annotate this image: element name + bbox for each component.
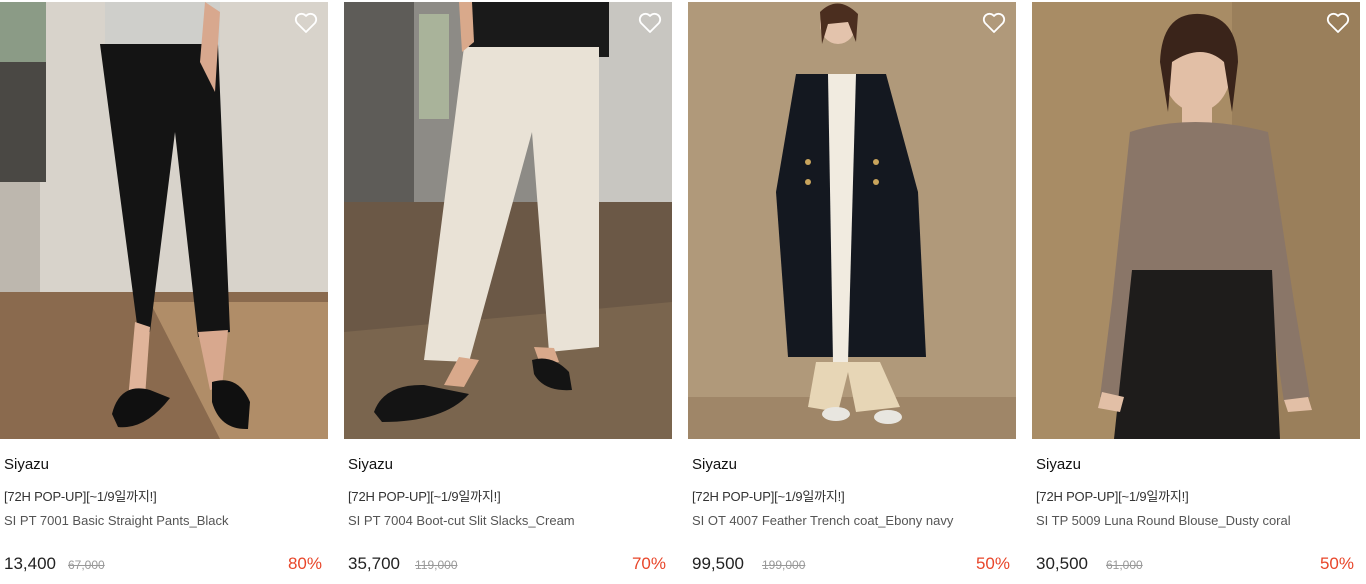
product-image[interactable] (0, 2, 328, 439)
product-card[interactable]: Siyazu [72H POP-UP][~1/9일까지!] SI OT 4007… (688, 0, 1016, 584)
discount-rate: 50% (1319, 554, 1354, 573)
original-price: 67,000 (68, 558, 105, 572)
discount-rate: 50% (975, 554, 1010, 573)
brand-name[interactable]: Siyazu (1036, 456, 1081, 473)
sale-price: 30,500 (1036, 554, 1088, 573)
sale-price: 13,400 (4, 554, 56, 573)
wishlist-heart-icon[interactable] (982, 12, 1006, 34)
brand-name[interactable]: Siyazu (692, 456, 737, 473)
brand-name[interactable]: Siyazu (4, 456, 49, 473)
wishlist-heart-icon[interactable] (1326, 12, 1350, 34)
product-card[interactable]: Siyazu [72H POP-UP][~1/9일까지!] SI PT 7001… (0, 0, 328, 584)
product-name[interactable]: SI OT 4007 Feather Trench coat_Ebony nav… (692, 513, 953, 528)
brand-name[interactable]: Siyazu (348, 456, 393, 473)
product-image[interactable] (344, 2, 672, 439)
sale-price: 35,700 (348, 554, 400, 573)
wishlist-heart-icon[interactable] (294, 12, 318, 34)
product-name[interactable]: SI PT 7004 Boot-cut Slit Slacks_Cream (348, 513, 575, 528)
product-image[interactable] (1032, 2, 1360, 439)
product-name[interactable]: SI PT 7001 Basic Straight Pants_Black (4, 513, 229, 528)
discount-rate: 80% (287, 554, 322, 573)
original-price: 61,000 (1106, 558, 1143, 572)
discount-rate: 70% (631, 554, 666, 573)
wishlist-heart-icon[interactable] (638, 12, 662, 34)
product-name[interactable]: SI TP 5009 Luna Round Blouse_Dusty coral (1036, 513, 1291, 528)
promo-label: [72H POP-UP][~1/9일까지!] (692, 489, 845, 504)
product-card[interactable]: Siyazu [72H POP-UP][~1/9일까지!] SI PT 7004… (344, 0, 672, 584)
product-image[interactable] (688, 2, 1016, 439)
promo-label: [72H POP-UP][~1/9일까지!] (1036, 489, 1189, 504)
product-card[interactable]: Siyazu [72H POP-UP][~1/9일까지!] SI TP 5009… (1032, 0, 1360, 584)
original-price: 199,000 (762, 558, 806, 572)
promo-label: [72H POP-UP][~1/9일까지!] (348, 489, 501, 504)
promo-label: [72H POP-UP][~1/9일까지!] (4, 489, 157, 504)
original-price: 119,000 (415, 558, 458, 572)
sale-price: 99,500 (692, 554, 744, 573)
